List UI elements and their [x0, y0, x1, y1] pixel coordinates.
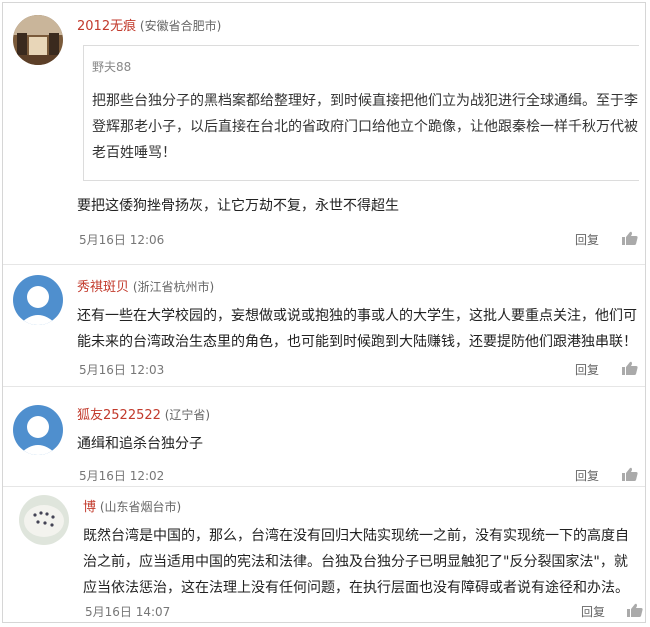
username-link[interactable]: 博: [83, 500, 96, 515]
avatar-photo-image: [19, 495, 69, 545]
user-info: 博 (山东省烟台市): [83, 496, 181, 515]
comment-text: 通缉和追杀台独分子: [77, 436, 203, 452]
user-location: (辽宁省): [164, 408, 211, 422]
thumbs-up-icon[interactable]: [627, 603, 643, 617]
comment-time: 5月16日 14:07: [85, 605, 171, 619]
quoted-text: 把那些台独分子的黑档案都给整理好，到时候直接把他们立为战犯进行全球通缉。至于李登…: [92, 93, 638, 161]
username-link[interactable]: 秀祺斑贝: [77, 280, 129, 295]
user-info: 狐友2522522 (辽宁省): [77, 404, 210, 423]
comment-item: 博 (山东省烟台市) 既然台湾是中国的，那么，台湾在没有回归大陆实现统一之前，没…: [3, 487, 645, 622]
reply-button[interactable]: 回复: [575, 361, 599, 378]
avatar[interactable]: [19, 495, 69, 545]
default-avatar-icon: [13, 275, 63, 325]
avatar-photo-image: [13, 15, 63, 65]
comment-item: 秀祺斑贝 (浙江省杭州市) 还有一些在大学校园的，妄想做或说或抱独的事或人的大学…: [3, 265, 645, 387]
user-location: (浙江省杭州市): [132, 280, 215, 294]
user-location: (山东省烟台市): [99, 500, 182, 514]
comment-time: 5月16日 12:06: [79, 233, 165, 247]
reply-button[interactable]: 回复: [575, 231, 599, 248]
reply-button[interactable]: 回复: [575, 467, 599, 484]
thumbs-up-icon[interactable]: [622, 467, 638, 481]
comment-list: 2012无痕 (安徽省合肥市) 野夫88 把那些台独分子的黑档案都给整理好，到时…: [2, 2, 646, 623]
quoted-comment: 野夫88 把那些台独分子的黑档案都给整理好，到时候直接把他们立为战犯进行全球通缉…: [83, 45, 639, 181]
thumbs-up-icon[interactable]: [622, 231, 638, 245]
comment-text: 既然台湾是中国的，那么，台湾在没有回归大陆实现统一之前，没有实现统一下的高度自治…: [83, 528, 629, 596]
comment-text: 要把这倭狗挫骨扬灰，让它万劫不复，永世不得超生: [77, 198, 399, 214]
username-link[interactable]: 狐友2522522: [77, 408, 161, 423]
comment-item: 狐友2522522 (辽宁省) 通缉和追杀台独分子 5月16日 12:02 回复: [3, 387, 645, 487]
avatar[interactable]: [13, 15, 63, 65]
avatar[interactable]: [13, 405, 63, 455]
reply-button[interactable]: 回复: [581, 603, 605, 620]
comment-time: 5月16日 12:03: [79, 363, 165, 377]
default-avatar-icon: [13, 405, 63, 455]
avatar[interactable]: [13, 275, 63, 325]
username-link[interactable]: 2012无痕: [77, 19, 136, 34]
comment-time: 5月16日 12:02: [79, 469, 165, 483]
comment-item: 2012无痕 (安徽省合肥市) 野夫88 把那些台独分子的黑档案都给整理好，到时…: [3, 3, 645, 265]
comment-text: 还有一些在大学校园的，妄想做或说或抱独的事或人的大学生，这批人要重点关注，他们可…: [77, 308, 637, 350]
user-location: (安徽省合肥市): [139, 19, 222, 33]
user-info: 秀祺斑贝 (浙江省杭州市): [77, 276, 214, 295]
thumbs-up-icon[interactable]: [622, 361, 638, 375]
user-info: 2012无痕 (安徽省合肥市): [77, 15, 221, 34]
quoted-author[interactable]: 野夫88: [92, 58, 131, 75]
